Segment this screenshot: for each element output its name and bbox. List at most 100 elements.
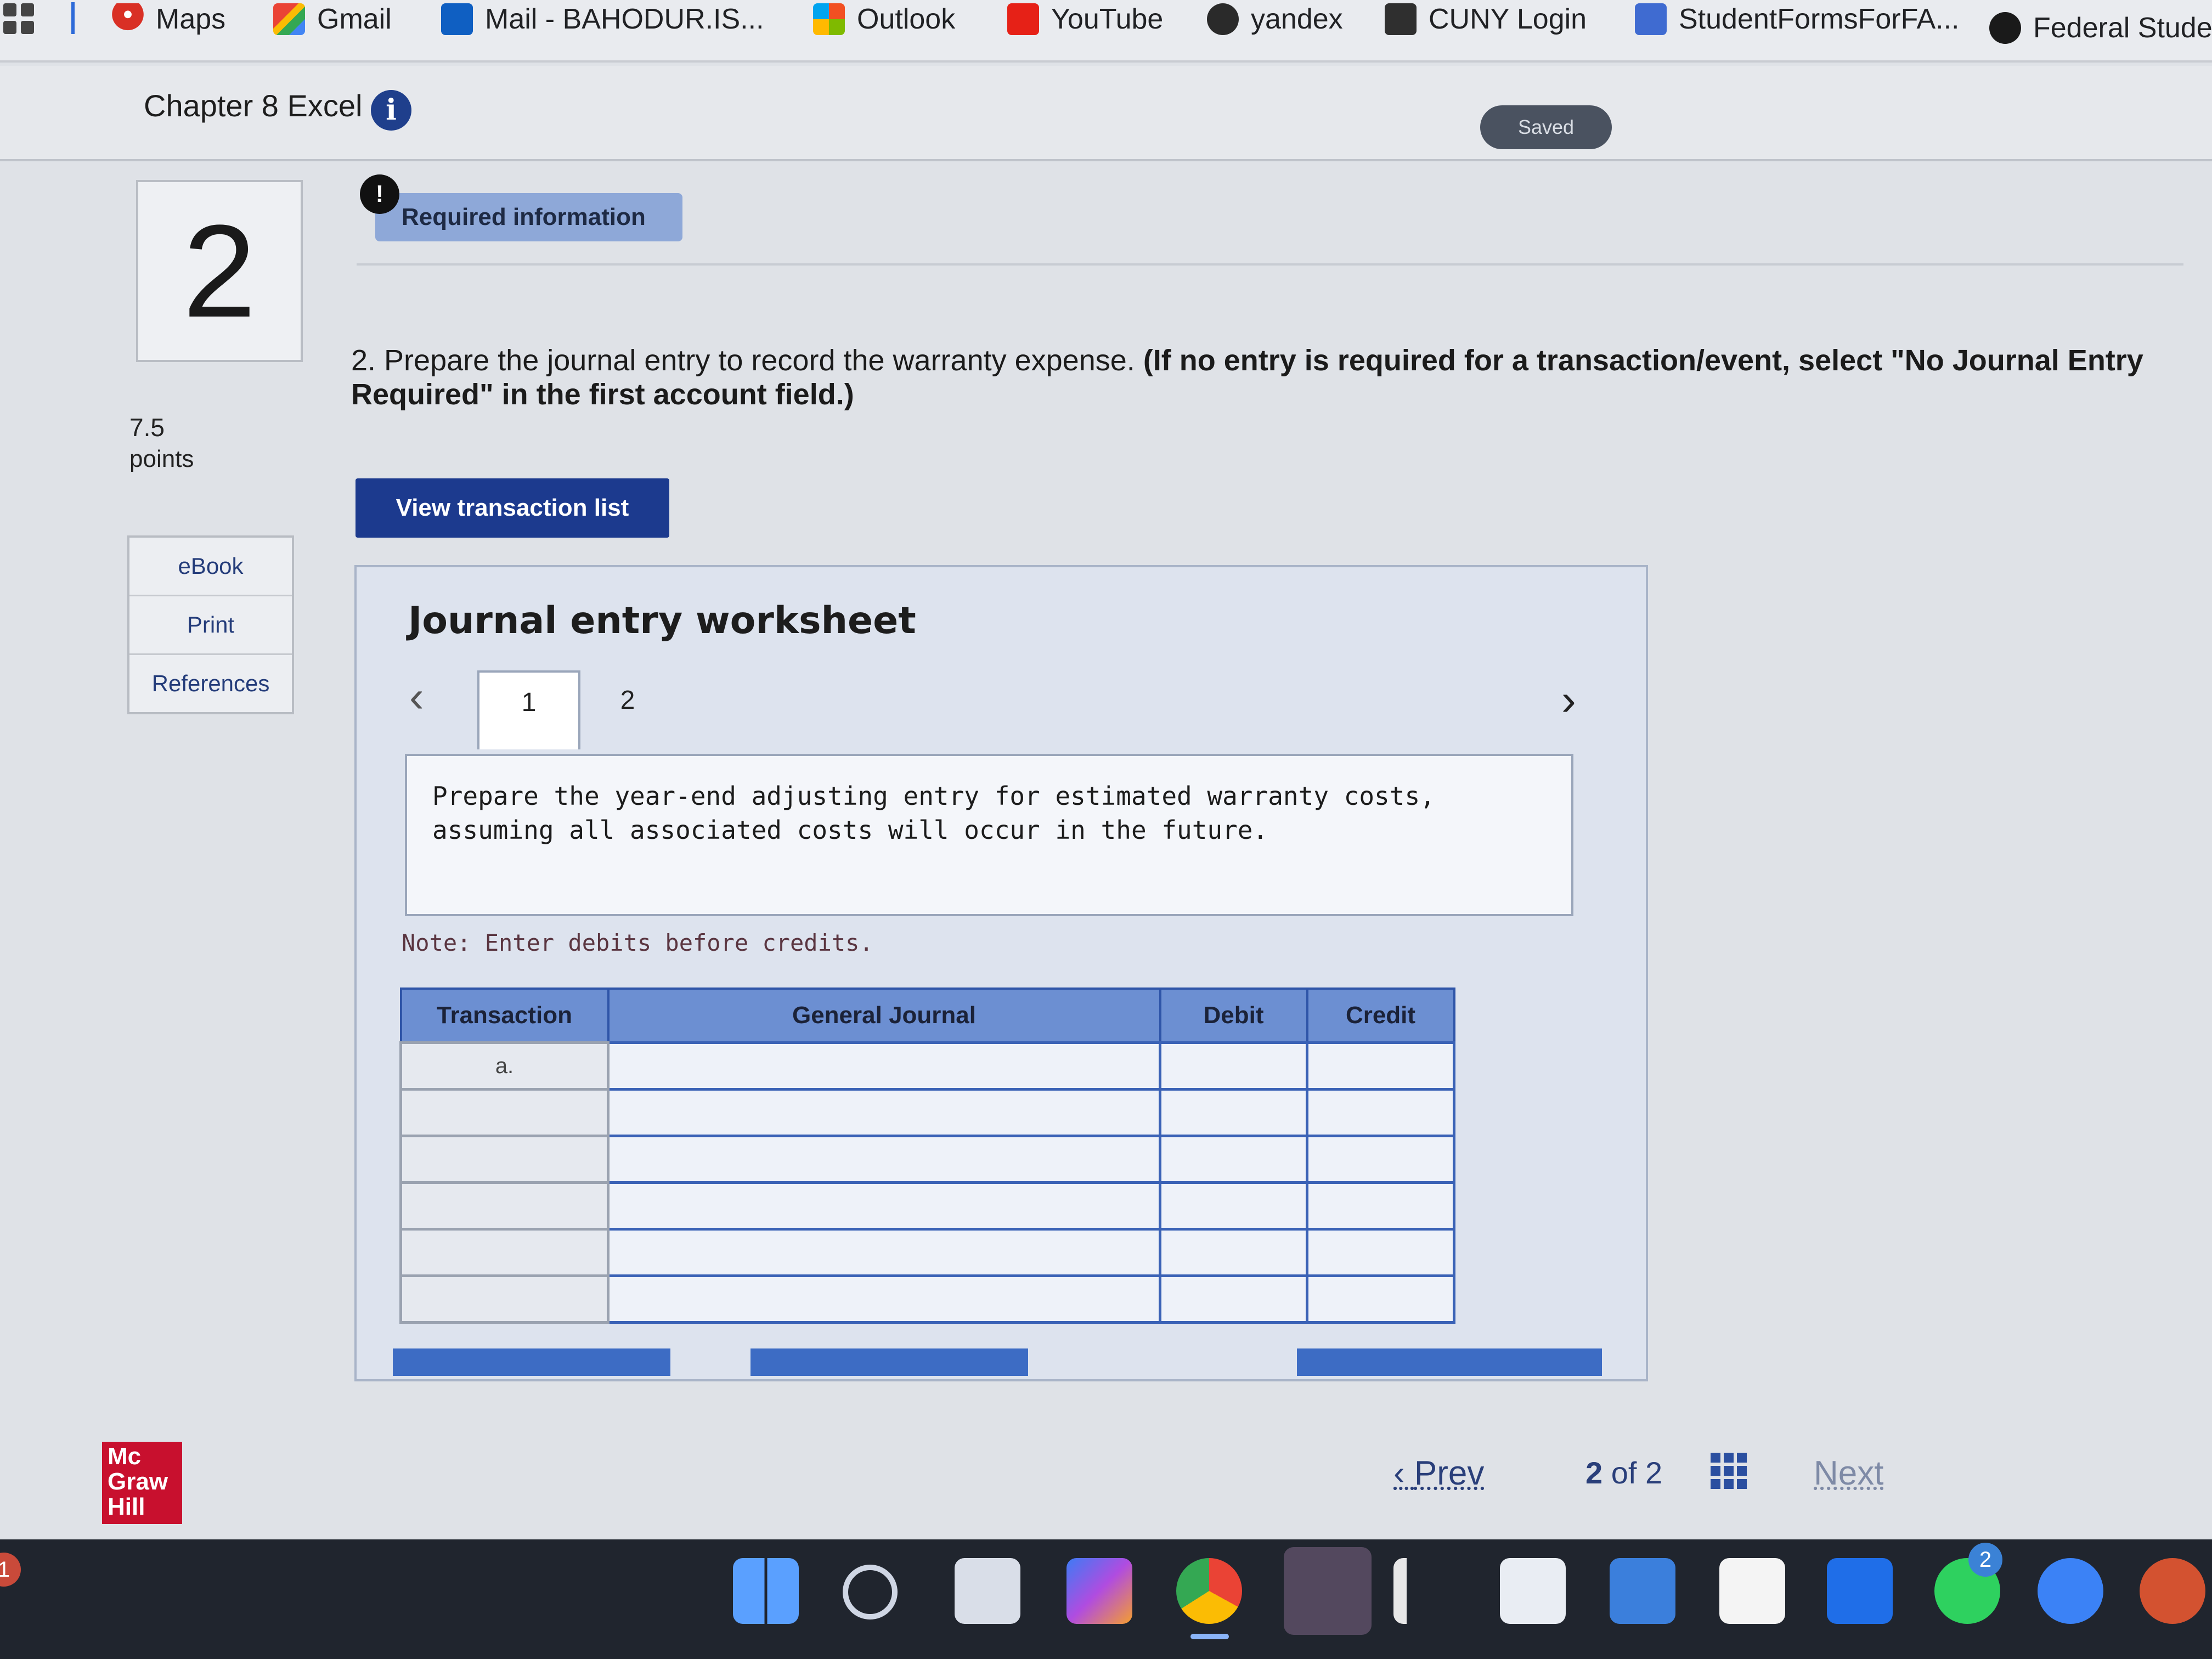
bookmark-youtube[interactable]: YouTube: [1007, 0, 1163, 38]
prev-label: Prev: [1414, 1454, 1485, 1492]
page-total: 2: [1645, 1455, 1663, 1490]
page-counter: 2 of 2: [1585, 1455, 1662, 1491]
transaction-cell: a.: [399, 1041, 610, 1091]
points-value: 7.5: [129, 413, 165, 442]
view-transaction-list-button[interactable]: View transaction list: [356, 478, 669, 538]
page-current: 2: [1585, 1455, 1603, 1490]
record-entry-button[interactable]: [393, 1348, 670, 1376]
debit-input-cell[interactable]: [1159, 1274, 1308, 1324]
worksheet-tab-2[interactable]: 2: [578, 670, 677, 747]
bookmark-yandex[interactable]: yandex: [1207, 0, 1343, 38]
transaction-cell: [399, 1228, 610, 1277]
print-link[interactable]: Print: [129, 596, 292, 655]
account-select-cell[interactable]: [607, 1135, 1161, 1184]
debits-credits-note: Note: Enter debits before credits.: [402, 929, 873, 956]
question-prompt-text: 2. Prepare the journal entry to record t…: [351, 344, 1135, 377]
next-button[interactable]: Next: [1814, 1454, 1883, 1493]
outlook-mail-icon: [441, 3, 473, 35]
page-of: of: [1611, 1455, 1637, 1490]
assignment-title: Chapter 8 Excel: [144, 88, 363, 123]
saved-status-badge: Saved: [1480, 105, 1612, 149]
journal-entry-table: Transaction General Journal Debit Credit…: [399, 988, 1455, 1324]
debit-input-cell[interactable]: [1159, 1228, 1308, 1277]
clear-entry-button[interactable]: [751, 1348, 1028, 1376]
map-pin-icon: [112, 3, 144, 35]
header-general-journal: General Journal: [607, 988, 1161, 1044]
account-select-cell[interactable]: [607, 1181, 1161, 1231]
copilot-icon[interactable]: [1066, 1558, 1132, 1624]
required-information-banner[interactable]: Required information: [375, 193, 682, 241]
debit-input-cell[interactable]: [1159, 1041, 1308, 1091]
question-number: 2: [136, 180, 303, 362]
table-row: [399, 1135, 1455, 1184]
table-row: [399, 1228, 1455, 1277]
yandex-icon: [1207, 3, 1239, 35]
bookmarks-divider: [71, 2, 75, 34]
credit-input-cell[interactable]: [1306, 1135, 1455, 1184]
worksheet-title: Journal entry worksheet: [408, 599, 916, 642]
bookmark-studentforms[interactable]: StudentFormsForFA...: [1635, 0, 1960, 38]
debit-input-cell[interactable]: [1159, 1181, 1308, 1231]
ebook-link[interactable]: eBook: [129, 538, 292, 596]
debit-input-cell[interactable]: [1159, 1135, 1308, 1184]
worksheet-tab-1[interactable]: 1: [477, 670, 580, 749]
info-icon[interactable]: i: [371, 90, 411, 131]
alert-icon: !: [360, 174, 399, 214]
windows-grid-icon: [813, 3, 845, 35]
table-header-row: Transaction General Journal Debit Credit: [399, 988, 1455, 1044]
arrow-app-icon[interactable]: [1393, 1558, 1418, 1624]
table-row: [399, 1274, 1455, 1324]
task-view-icon[interactable]: [955, 1558, 1020, 1624]
credit-input-cell[interactable]: [1306, 1041, 1455, 1091]
transaction-cell: [399, 1135, 610, 1184]
credit-input-cell[interactable]: [1306, 1181, 1455, 1231]
chevron-right-icon[interactable]: ›: [1561, 678, 1576, 722]
table-row: [399, 1181, 1455, 1231]
document-icon: [1635, 3, 1667, 35]
bookmark-gmail[interactable]: Gmail: [273, 0, 392, 38]
bookmark-outlook[interactable]: Outlook: [813, 0, 955, 38]
gmail-icon: [273, 3, 305, 35]
apps-grid-icon[interactable]: [3, 3, 36, 36]
emoji-app-icon[interactable]: [2038, 1558, 2103, 1624]
chrome-icon[interactable]: [1176, 1558, 1242, 1624]
bookmark-federal-student[interactable]: Federal Studen: [1989, 9, 2212, 47]
section-divider: [357, 263, 2183, 266]
whatsapp-badge: 2: [1968, 1543, 2002, 1577]
resources-panel: eBook Print References: [127, 535, 294, 714]
credit-input-cell[interactable]: [1306, 1088, 1455, 1137]
account-select-cell[interactable]: [607, 1228, 1161, 1277]
amazon-icon[interactable]: [1719, 1558, 1785, 1624]
windows-start-icon[interactable]: [733, 1558, 799, 1624]
mcgraw-hill-logo: Mc Graw Hill: [102, 1442, 182, 1524]
chevron-left-icon[interactable]: ‹: [409, 675, 424, 719]
youtube-icon: [1007, 3, 1039, 35]
dropbox-icon[interactable]: [1827, 1558, 1893, 1624]
account-select-cell[interactable]: [607, 1088, 1161, 1137]
view-general-journal-button[interactable]: [1297, 1348, 1602, 1376]
header-credit: Credit: [1306, 988, 1455, 1044]
powerpoint-icon[interactable]: [2140, 1558, 2205, 1624]
bookmarks-bar: Maps Gmail Mail - BAHODUR.IS... Outlook …: [0, 0, 2212, 63]
chevron-left-icon: ‹: [1393, 1454, 1414, 1492]
store-icon[interactable]: [1500, 1558, 1566, 1624]
credit-input-cell[interactable]: [1306, 1274, 1455, 1324]
transaction-cell: [399, 1274, 610, 1324]
bookmark-cuny-login[interactable]: CUNY Login: [1385, 0, 1587, 38]
credit-input-cell[interactable]: [1306, 1228, 1455, 1277]
bookmark-mail-bahodur[interactable]: Mail - BAHODUR.IS...: [441, 0, 764, 38]
debit-input-cell[interactable]: [1159, 1088, 1308, 1137]
question-grid-icon[interactable]: [1711, 1453, 1747, 1489]
points-label: points: [129, 445, 194, 472]
table-row: [399, 1088, 1455, 1137]
bookmark-maps[interactable]: Maps: [112, 0, 225, 38]
question-prompt: 2. Prepare the journal entry to record t…: [351, 343, 2183, 411]
references-link[interactable]: References: [129, 655, 292, 712]
edge-icon[interactable]: [1284, 1547, 1372, 1635]
search-icon[interactable]: [843, 1565, 898, 1620]
header-debit: Debit: [1159, 988, 1308, 1044]
mail-icon[interactable]: [1610, 1558, 1675, 1624]
account-select-cell[interactable]: [607, 1041, 1161, 1091]
account-select-cell[interactable]: [607, 1274, 1161, 1324]
prev-button[interactable]: ‹ Prev: [1393, 1454, 1484, 1493]
